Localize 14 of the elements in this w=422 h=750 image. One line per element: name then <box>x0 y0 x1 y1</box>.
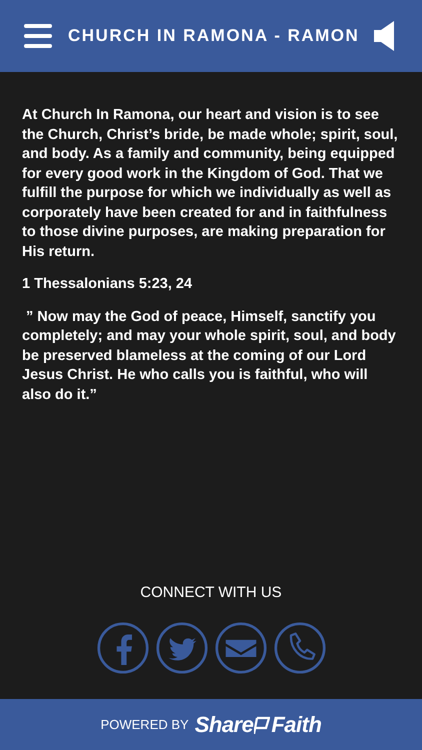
body-paragraph: ” Now may the God of peace, Himself, sanctify you completely; and may your whole spirit, soul, and body be preserved blameless at the coming of our Lord Jesus Christ. He who calls you is faithful, who will also do it.” <box>22 308 397 404</box>
phone-icon[interactable] <box>274 622 326 674</box>
facebook-icon[interactable] <box>96 622 148 674</box>
app-title: CHURCH IN RAMONA - RAMON <box>68 25 358 48</box>
brand-logo[interactable]: Share Faith <box>194 708 322 741</box>
body-paragraph: 1 Thessalonians 5:23, 24 <box>22 275 194 294</box>
powered-by-label: POWERED BY <box>100 716 189 734</box>
flag-icon <box>254 716 270 734</box>
menu-icon[interactable] <box>24 24 52 48</box>
body-paragraph: At Church In Ramona, our heart and vision is to see the Church, Christ’s bride, be made whole; spirit, soul, and body. As a family and community, being equipped for every good work in the Kingdom of God. That we fulfill the purpose for which we individually as well as corporately have been created for and in faithfulness to those divine purposes, are making preparation for His return. <box>22 106 399 262</box>
bird-icon[interactable] <box>156 622 208 674</box>
envelope-icon[interactable] <box>214 622 266 674</box>
section-heading: CONNECT WITH US <box>140 582 282 602</box>
speaker-icon[interactable] <box>374 21 394 51</box>
